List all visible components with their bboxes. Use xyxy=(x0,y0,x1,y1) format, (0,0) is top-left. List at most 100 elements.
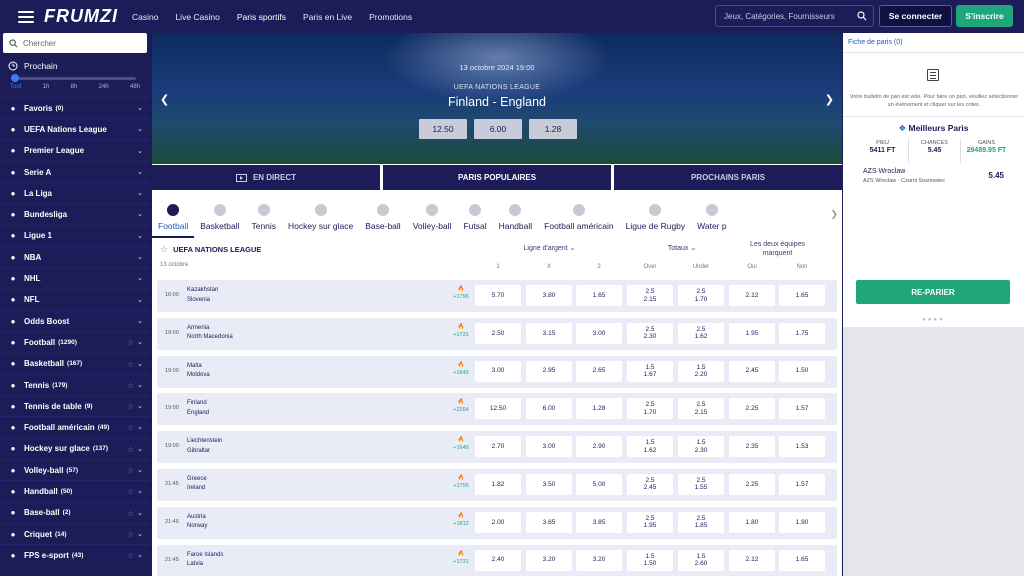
chevron-down-icon[interactable]: ⌄ xyxy=(137,125,143,133)
odd-draw[interactable]: 3.50 xyxy=(526,473,572,495)
odd-home[interactable]: 2.00 xyxy=(475,511,521,533)
chevron-down-icon[interactable]: ⌄ xyxy=(137,168,143,176)
odd-home[interactable]: 3.00 xyxy=(475,360,521,382)
odd-over[interactable]: 2.5 2.15 xyxy=(627,285,673,306)
odd-home[interactable]: 2.70 xyxy=(475,436,521,458)
odd-btts-yes[interactable]: 2.25 xyxy=(729,473,775,495)
sport-tab[interactable]: Base-ball xyxy=(359,204,406,238)
chevron-down-icon[interactable]: ⌄ xyxy=(137,189,143,197)
odd-over[interactable]: 1.5 1.62 xyxy=(627,436,673,458)
odd-draw[interactable]: 3.20 xyxy=(526,549,572,571)
odd-btts-no[interactable]: 1.65 xyxy=(779,549,825,571)
sidebar-item[interactable]: ● Ligue 1 ⌄ xyxy=(0,224,150,246)
sport-tab[interactable]: Ligue de Rugby xyxy=(620,204,692,238)
sidebar-item[interactable]: ● Base-ball (2) ☆ ⌄ xyxy=(0,501,150,523)
hamburger-menu-icon[interactable] xyxy=(18,10,34,23)
sidebar-item[interactable]: ● NHL ⌄ xyxy=(0,267,150,288)
odd-under[interactable]: 1.5 2.20 xyxy=(678,360,724,382)
chevron-down-icon[interactable]: ⌄ xyxy=(137,296,143,304)
tick-1h[interactable]: 1h xyxy=(43,84,50,90)
chevron-down-icon[interactable]: ⌄ xyxy=(137,423,143,431)
odd-over[interactable]: 1.5 1.50 xyxy=(627,549,673,571)
odd-over[interactable]: 2.5 1.95 xyxy=(627,511,673,533)
sidebar-item[interactable]: ● Tennis de table (9) ☆ ⌄ xyxy=(0,395,150,416)
odd-away[interactable]: 2.65 xyxy=(576,360,622,382)
odd-btts-yes[interactable]: 1.95 xyxy=(729,322,775,344)
chevron-down-icon[interactable]: ⌄ xyxy=(137,487,143,495)
sport-tab[interactable]: Futsal xyxy=(457,204,492,238)
login-button[interactable]: Se connecter xyxy=(879,5,952,27)
odd-btts-no[interactable]: 1.75 xyxy=(779,322,825,344)
featured-odd-x[interactable]: 6.00 xyxy=(474,119,522,139)
odd-btts-no[interactable]: 1.50 xyxy=(779,360,825,382)
sidebar-item[interactable]: ● FPS e-sport (43) ☆ ⌄ xyxy=(0,544,150,565)
chevron-down-icon[interactable]: ⌄ xyxy=(137,530,143,538)
star-icon[interactable]: ☆ xyxy=(127,466,134,475)
betslip-tab[interactable]: Fiche de paris (0) xyxy=(848,39,902,46)
chevron-down-icon[interactable]: ⌄ xyxy=(137,509,143,517)
match-row[interactable]: 21:45 Faroe Islands Latvia 🔥 +1731 2.40 3.20 3.… xyxy=(157,544,837,576)
sport-tab[interactable]: Hockey sur glace xyxy=(282,204,359,238)
star-icon[interactable]: ☆ xyxy=(127,360,134,369)
chevron-down-icon[interactable]: ⌄ xyxy=(137,274,143,282)
sidebar-item[interactable]: ● Criquet (14) ☆ ⌄ xyxy=(0,522,150,544)
logo[interactable]: FRUMZI xyxy=(44,6,118,27)
odd-home[interactable]: 1.82 xyxy=(475,473,521,495)
chevron-down-icon[interactable]: ⌄ xyxy=(137,466,143,474)
star-icon[interactable]: ☆ xyxy=(127,445,134,454)
featured-odd-2[interactable]: 1.28 xyxy=(529,119,577,139)
chevron-down-icon[interactable]: ⌄ xyxy=(137,338,143,346)
odd-home[interactable]: 12.50 xyxy=(475,398,521,420)
match-row[interactable]: 21:45 Greece Ireland 🔥 +1756 1.82 3.50 5.00 2.5 2… xyxy=(157,468,837,501)
star-icon[interactable]: ☆ xyxy=(127,551,134,560)
star-icon[interactable]: ☆ xyxy=(127,487,134,496)
odd-btts-yes[interactable]: 2.12 xyxy=(729,549,775,571)
odd-under[interactable]: 1.5 2.60 xyxy=(678,549,724,571)
nav-live-casino[interactable]: Live Casino xyxy=(175,12,219,22)
star-icon[interactable]: ☆ xyxy=(127,509,134,518)
odd-btts-yes[interactable]: 1.80 xyxy=(729,511,775,533)
sidebar-item[interactable]: ● Volley-ball (57) ☆ ⌄ xyxy=(0,459,150,480)
chevron-right-icon[interactable]: ❯ xyxy=(830,209,838,220)
carousel-dots[interactable]: ●●●● xyxy=(843,317,1024,323)
odd-over[interactable]: 2.5 1.70 xyxy=(627,398,673,420)
odd-under[interactable]: 1.5 2.30 xyxy=(678,436,724,458)
odd-draw[interactable]: 3.15 xyxy=(526,322,572,344)
tab-live[interactable]: EN DIRECT xyxy=(152,165,380,190)
odd-btts-no[interactable]: 1.53 xyxy=(779,436,825,458)
tick-8h[interactable]: 8h xyxy=(71,84,78,90)
chevron-down-icon[interactable]: ⌄ xyxy=(137,381,143,389)
odd-away[interactable]: 3.85 xyxy=(576,511,622,533)
odd-btts-no[interactable]: 1.90 xyxy=(779,511,825,533)
odd-away[interactable]: 3.00 xyxy=(576,322,622,344)
time-range-slider[interactable] xyxy=(11,74,136,82)
sidebar-item[interactable]: ● Serie A ⌄ xyxy=(0,160,150,182)
match-row[interactable]: 21:45 Austria Norway 🔥 +1812 2.00 3.65 3.85 2.5 1… xyxy=(157,506,837,539)
odd-btts-yes[interactable]: 2.25 xyxy=(729,398,775,420)
odd-away[interactable]: 3.20 xyxy=(576,549,622,571)
sidebar-item[interactable]: ● Basketball (167) ☆ ⌄ xyxy=(0,352,150,374)
odd-over[interactable]: 2.5 2.45 xyxy=(627,473,673,495)
sidebar-item[interactable]: ● Hockey sur glace (137) ☆ ⌄ xyxy=(0,437,150,459)
odd-btts-no[interactable]: 1.57 xyxy=(779,473,825,495)
chevron-down-icon[interactable]: ⌄ xyxy=(137,147,143,155)
star-icon[interactable]: ☆ xyxy=(127,423,134,432)
sport-tab[interactable]: Football américain xyxy=(538,204,619,238)
star-icon[interactable]: ☆ xyxy=(127,381,134,390)
chevron-down-icon[interactable]: ⌄ xyxy=(690,245,696,252)
odd-under[interactable]: 2.5 1.62 xyxy=(678,322,724,344)
nav-live-betting[interactable]: Paris en Live xyxy=(303,12,352,22)
star-icon[interactable]: ☆ xyxy=(127,402,134,411)
rebet-button[interactable]: RE-PARIER xyxy=(856,280,1010,304)
sport-tab[interactable]: Tennis xyxy=(245,204,282,238)
nav-sports-betting[interactable]: Paris sportifs xyxy=(237,12,286,22)
odd-over[interactable]: 2.5 2.30 xyxy=(627,322,673,344)
sidebar-item[interactable]: ● Bundesliga ⌄ xyxy=(0,203,150,224)
chevron-down-icon[interactable]: ⌄ xyxy=(137,360,143,368)
sport-tab[interactable]: Handball xyxy=(493,204,539,238)
chevron-down-icon[interactable]: ⌄ xyxy=(137,253,143,261)
match-row[interactable]: 19:00 Finland England 🔥 +2264 12.50 6.00 1.28 2.… xyxy=(157,393,837,426)
featured-odd-1[interactable]: 12.50 xyxy=(419,119,467,139)
odd-under[interactable]: 2.5 1.70 xyxy=(678,285,724,306)
odd-home[interactable]: 5.70 xyxy=(475,285,521,306)
